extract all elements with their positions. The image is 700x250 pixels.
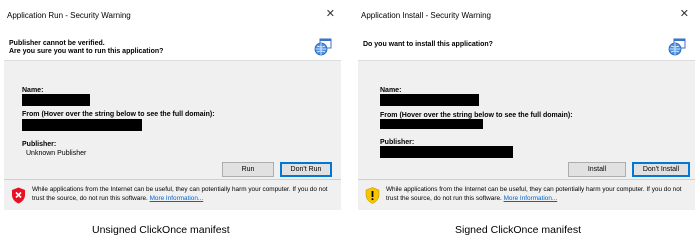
- close-icon[interactable]: ✕: [680, 9, 689, 20]
- more-information-link[interactable]: More Information...: [504, 195, 558, 202]
- header-line-1: Publisher cannot be verified.: [9, 40, 105, 47]
- publisher-value: Unknown Publisher: [26, 150, 87, 157]
- security-warning-dialog-install: Application Install - Security Warning ✕…: [358, 6, 695, 210]
- from-label: From (Hover over the string below to see…: [380, 112, 573, 119]
- caption-unsigned: Unsigned ClickOnce manifest: [92, 224, 230, 236]
- dont-run-button[interactable]: Don't Run: [280, 162, 332, 177]
- close-icon[interactable]: ✕: [326, 9, 335, 20]
- security-warning-dialog-run: Application Run - Security Warning ✕ Pub…: [4, 6, 341, 210]
- window-title: Application Run - Security Warning: [7, 11, 131, 20]
- name-label: Name:: [380, 87, 402, 94]
- footer-warning-text: While applications from the Internet can…: [32, 185, 332, 203]
- name-value-redacted: [380, 94, 479, 106]
- install-button[interactable]: Install: [568, 162, 626, 177]
- from-value-redacted[interactable]: [22, 119, 142, 131]
- header-line-2: Are you sure you want to run this applic…: [9, 48, 164, 55]
- dialog-header: Do you want to install this application?: [358, 26, 695, 60]
- caption-signed: Signed ClickOnce manifest: [455, 224, 582, 236]
- run-button[interactable]: Run: [222, 162, 274, 177]
- footer-warning-text: While applications from the Internet can…: [386, 185, 686, 203]
- name-label: Name:: [22, 87, 44, 94]
- yellow-shield-exclamation-icon: [365, 187, 380, 204]
- globe-app-icon: [314, 38, 332, 56]
- name-value-redacted: [22, 94, 90, 106]
- more-information-link[interactable]: More Information...: [150, 195, 204, 202]
- from-label: From (Hover over the string below to see…: [22, 111, 215, 118]
- title-bar: Application Install - Security Warning ✕: [358, 6, 695, 26]
- dialog-footer: While applications from the Internet can…: [358, 179, 695, 210]
- globe-app-icon: [668, 38, 686, 56]
- from-value-redacted[interactable]: [380, 119, 483, 129]
- dialog-body: Name: From (Hover over the string below …: [4, 60, 341, 179]
- publisher-label: Publisher:: [22, 141, 57, 148]
- window-title: Application Install - Security Warning: [361, 11, 491, 20]
- dialog-footer: While applications from the Internet can…: [4, 179, 341, 210]
- dialog-body: Name: From (Hover over the string below …: [358, 60, 695, 179]
- header-line-1: Do you want to install this application?: [363, 41, 493, 48]
- title-bar: Application Run - Security Warning ✕: [4, 6, 341, 26]
- dialog-header: Publisher cannot be verified. Are you su…: [4, 26, 341, 60]
- dont-install-button[interactable]: Don't Install: [632, 162, 690, 177]
- publisher-label: Publisher:: [380, 139, 415, 146]
- red-shield-x-icon: [12, 187, 25, 204]
- publisher-value-redacted: [380, 146, 513, 158]
